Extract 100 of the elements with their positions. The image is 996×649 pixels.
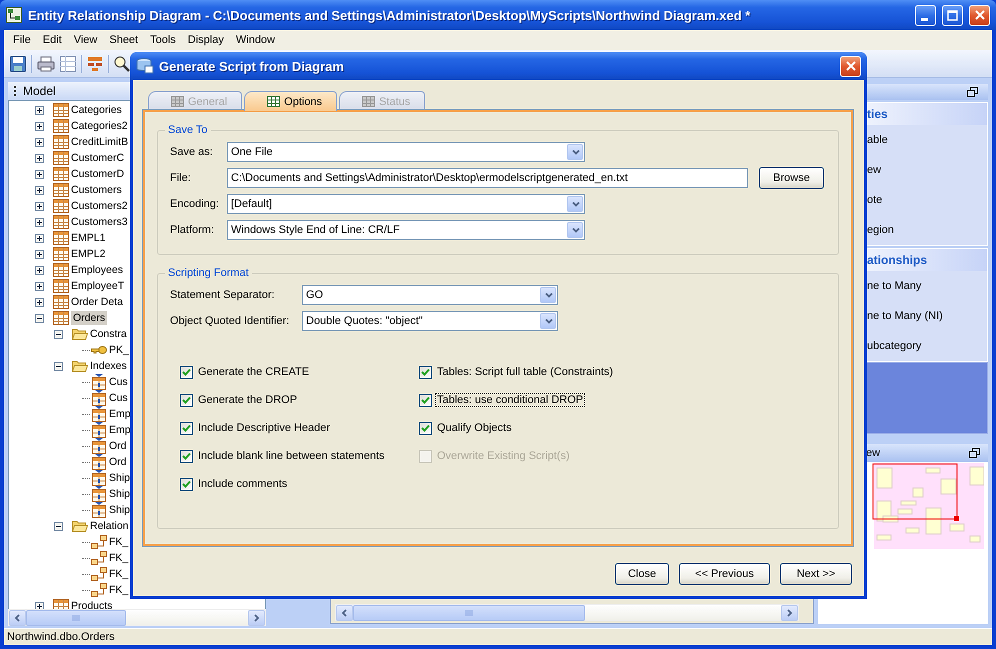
tree-expander[interactable]: [35, 202, 44, 210]
grip-icon[interactable]: [14, 86, 17, 96]
tree-item[interactable]: Indexes: [90, 359, 127, 373]
minimap-drawing[interactable]: [872, 463, 984, 549]
tree-item[interactable]: Products: [71, 599, 112, 609]
tree-item[interactable]: Cus: [109, 375, 128, 389]
palette-item[interactable]: ote: [867, 194, 882, 206]
tree-item[interactable]: Ship: [109, 503, 130, 517]
tree-expander[interactable]: [35, 314, 44, 322]
horizontal-scrollbar[interactable]: [335, 604, 799, 621]
dropdown[interactable]: [Default]: [227, 194, 585, 214]
save-icon[interactable]: [10, 56, 26, 72]
tree-expander[interactable]: [35, 298, 44, 306]
section-title[interactable]: ties: [867, 107, 888, 121]
palette-item[interactable]: ne to Many (NI): [867, 310, 943, 322]
tree-item[interactable]: Emp: [109, 407, 131, 421]
tree-expander[interactable]: [35, 154, 44, 162]
palette-item[interactable]: ubcategory: [867, 340, 922, 352]
checkbox[interactable]: [180, 394, 193, 406]
tree-item[interactable]: Customers3: [71, 215, 128, 229]
tree-item[interactable]: Ship: [109, 471, 130, 485]
tree-expander[interactable]: [35, 122, 44, 130]
tree-item[interactable]: EmployeeT: [71, 279, 124, 293]
tree-expander[interactable]: [35, 250, 44, 258]
grid-icon[interactable]: [60, 56, 76, 72]
tree-item[interactable]: FK_: [109, 567, 128, 581]
tree-item[interactable]: Emp: [109, 423, 131, 437]
tree-item[interactable]: EMPL2: [71, 247, 106, 261]
tree-expander[interactable]: [35, 234, 44, 242]
print-icon[interactable]: [37, 56, 55, 72]
dropdown[interactable]: Windows Style End of Line: CR/LF: [227, 220, 585, 240]
dropdown[interactable]: One File: [227, 142, 585, 162]
tree-item[interactable]: Cus: [109, 391, 128, 405]
dropdown[interactable]: GO: [302, 285, 558, 305]
palette-item[interactable]: ew: [867, 164, 882, 176]
maximize-button[interactable]: [942, 4, 963, 26]
tree-item[interactable]: Categories2: [71, 119, 128, 133]
menu-item[interactable]: Sheet: [103, 34, 144, 46]
tree-item[interactable]: Customers2: [71, 199, 128, 213]
checkbox[interactable]: [419, 366, 432, 378]
tree-item[interactable]: PK_: [109, 343, 129, 357]
menu-item[interactable]: Tools: [144, 34, 182, 46]
tree-expander[interactable]: [35, 186, 44, 194]
tree-item[interactable]: FK_: [109, 535, 128, 549]
tree-item[interactable]: Constra: [90, 327, 127, 341]
tree-expander[interactable]: [54, 522, 63, 530]
tree-item[interactable]: Order Deta: [71, 295, 123, 309]
dialog-button[interactable]: << Previous: [679, 563, 770, 585]
palette-item[interactable]: ne to Many: [867, 280, 922, 292]
dialog-button[interactable]: Close: [615, 563, 669, 585]
dropdown[interactable]: Double Quotes: "object": [302, 311, 558, 331]
checkbox[interactable]: [180, 450, 193, 462]
tree-item[interactable]: Ord: [109, 455, 127, 469]
tree-expander[interactable]: [54, 330, 63, 338]
palette-item[interactable]: able: [867, 134, 888, 146]
menu-item[interactable]: Window: [230, 34, 281, 46]
checkbox[interactable]: [419, 394, 432, 406]
tree-item[interactable]: FK_: [109, 551, 128, 565]
checkbox[interactable]: [180, 366, 193, 378]
tree-item[interactable]: Employees: [71, 263, 123, 277]
tree-item[interactable]: CustomerC: [71, 151, 124, 165]
scroll-left-button[interactable]: [336, 604, 353, 620]
checkbox[interactable]: [180, 422, 193, 434]
tree-item[interactable]: Orders: [71, 311, 108, 325]
tree-item[interactable]: EMPL1: [71, 231, 106, 245]
dialog-button[interactable]: Next >>: [780, 563, 852, 585]
tree-expander[interactable]: [35, 218, 44, 226]
scroll-thumb[interactable]: [26, 610, 126, 626]
tree-item[interactable]: Relation: [90, 519, 129, 533]
tree-item[interactable]: CustomerD: [71, 167, 124, 181]
tree-expander[interactable]: [35, 282, 44, 290]
menu-item[interactable]: View: [68, 34, 104, 46]
tree-item[interactable]: FK_: [109, 583, 128, 597]
hierarchy-icon[interactable]: [87, 56, 103, 72]
tree-item[interactable]: Customers: [71, 183, 122, 197]
menu-item[interactable]: File: [7, 34, 37, 46]
restore-icon[interactable]: [967, 87, 978, 97]
horizontal-scrollbar[interactable]: [8, 609, 266, 626]
tree-expander[interactable]: [35, 266, 44, 274]
browse-button[interactable]: Browse: [759, 167, 824, 189]
scroll-thumb[interactable]: [353, 604, 585, 620]
menu-item[interactable]: Edit: [36, 34, 68, 46]
scroll-right-button[interactable]: [248, 610, 265, 626]
palette-item[interactable]: egion: [867, 224, 894, 236]
close-button[interactable]: [840, 56, 861, 76]
menu-item[interactable]: Display: [182, 34, 230, 46]
tab[interactable]: Options: [244, 91, 338, 111]
tree-item[interactable]: Ship: [109, 487, 130, 501]
tree-expander[interactable]: [35, 602, 44, 609]
minimize-button[interactable]: [915, 4, 936, 26]
tree-item[interactable]: Ord: [109, 439, 127, 453]
restore-icon[interactable]: [969, 448, 980, 458]
close-button[interactable]: [969, 4, 990, 26]
scroll-right-button[interactable]: [781, 604, 798, 620]
tree-expander[interactable]: [35, 138, 44, 146]
tree-item[interactable]: Categories: [71, 103, 122, 117]
checkbox[interactable]: [180, 478, 193, 490]
file-path-field[interactable]: C:\Documents and Settings\Administrator\Desktop\ermodelscriptgenerated_en.txt: [227, 168, 748, 188]
tree-item[interactable]: CreditLimitB: [71, 135, 128, 149]
scroll-left-button[interactable]: [9, 610, 26, 626]
